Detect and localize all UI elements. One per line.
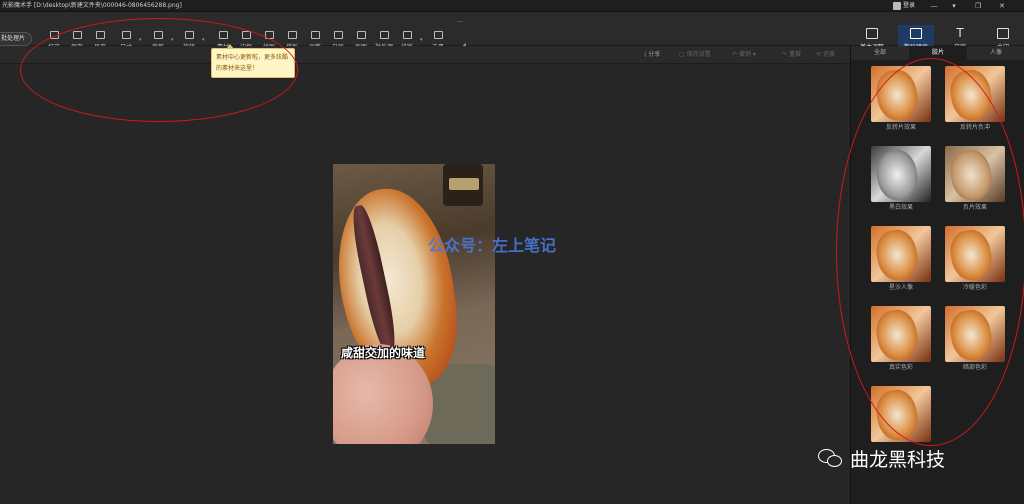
panel-annotation-oval xyxy=(836,58,1024,446)
tool-icon xyxy=(433,31,443,39)
watermark-icon xyxy=(997,28,1009,39)
canvas-watermark: 公众号：左上笔记 xyxy=(428,236,557,255)
title-bar: 光影魔术手 [D:\desktop\新建文件夹\000046-080645628… xyxy=(0,0,1024,12)
login-button[interactable]: 登录 xyxy=(893,0,915,12)
layout-dropdown-icon[interactable]: ▾ xyxy=(420,37,423,43)
photo-editor-app: 光影魔术手 [D:\desktop\新建文件夹\000046-080645628… xyxy=(0,0,1024,504)
login-label: 登录 xyxy=(903,2,916,9)
text-icon: T xyxy=(956,26,964,40)
layout-icon xyxy=(402,31,412,39)
wechat-watermark: 曲龙黑科技 xyxy=(818,444,945,472)
brush-icon xyxy=(310,31,320,39)
canvas-image[interactable]: 咸甜交加的味道 xyxy=(333,164,495,444)
menu-dropdown-button[interactable]: ▾ xyxy=(946,0,962,12)
restore-button[interactable]: ❐ xyxy=(970,0,986,12)
calendar-icon xyxy=(333,31,343,39)
adjust-icon xyxy=(866,28,878,39)
tab-portrait[interactable]: 人像 xyxy=(967,46,1024,60)
tab-all[interactable]: 全部 xyxy=(851,46,909,60)
batch-images-button[interactable]: 批处理片 xyxy=(0,32,32,46)
user-icon xyxy=(893,2,901,10)
darkroom-icon xyxy=(910,28,922,39)
close-button[interactable]: ✕ xyxy=(994,0,1010,12)
toolbar-annotation-oval xyxy=(20,18,298,122)
image-caption: 咸甜交加的味道 xyxy=(341,346,426,360)
restore-button[interactable]: ⟲ 还原 xyxy=(816,46,835,64)
save-settings-button[interactable]: ▢ 保存设置 xyxy=(679,46,711,64)
template-icon xyxy=(287,31,297,39)
undo-button[interactable]: ↶ 撤销 ▾ xyxy=(732,46,756,64)
share-button[interactable]: ⟨ 分享 xyxy=(644,46,660,64)
wechat-icon xyxy=(818,447,844,469)
redo-button[interactable]: ↷ 重做 xyxy=(782,46,801,64)
cutout-icon xyxy=(356,31,366,39)
minimize-button[interactable]: — xyxy=(926,0,942,12)
more-button[interactable]: ··· xyxy=(448,16,472,42)
batch-icon xyxy=(379,31,389,39)
window-title: 光影魔术手 [D:\desktop\新建文件夹\000046-080645628… xyxy=(2,2,182,9)
jar-label xyxy=(449,178,479,190)
